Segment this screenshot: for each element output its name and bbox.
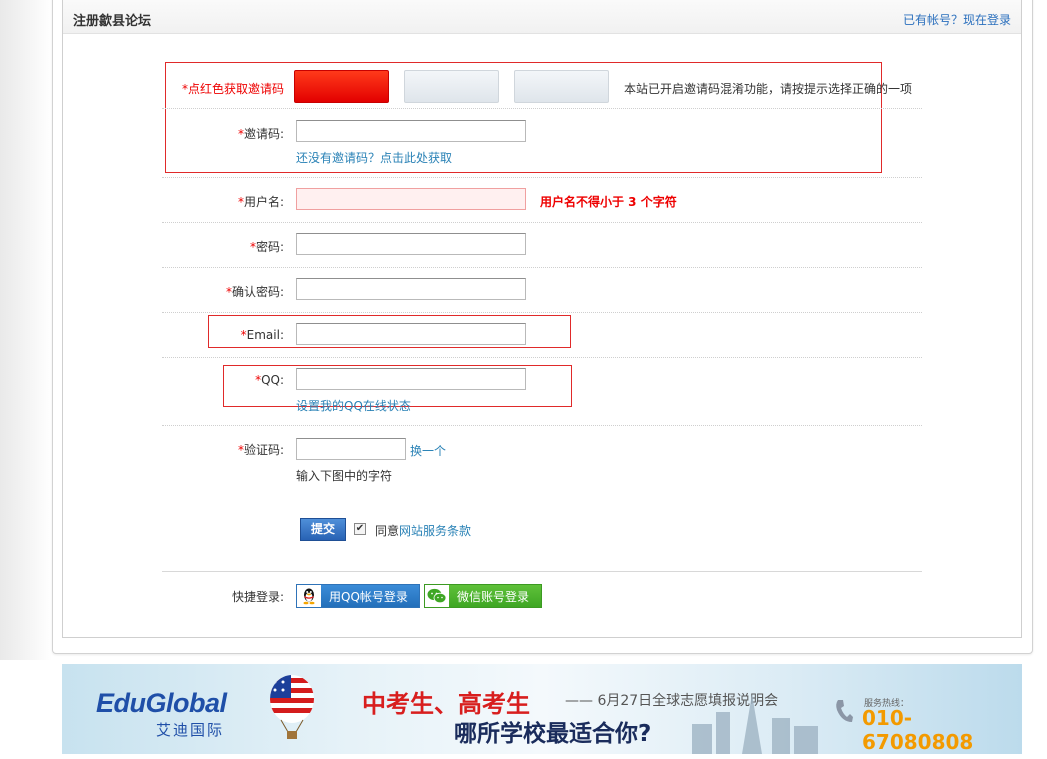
hotline-number: 010-67080808 — [862, 706, 974, 754]
qq-label-text: QQ: — [261, 373, 284, 387]
invite-code-label-text: 邀请码: — [243, 127, 284, 141]
ad-banner[interactable]: EduGlobal 艾迪国际 中考生、高考生 —— 6月27日全球志愿填报说明会… — [62, 664, 1022, 754]
captcha-label: *验证码: — [144, 441, 284, 458]
divider — [162, 312, 922, 313]
invite-code-label: *邀请码: — [144, 125, 284, 142]
invite-label: *点红色获取邀请码 — [144, 80, 284, 97]
confirm-password-input[interactable] — [296, 278, 526, 300]
invite-notice: 本站已开启邀请码混淆功能，请按提示选择正确的一项 — [624, 82, 913, 96]
agree-text: 同意网站服务条款 — [375, 522, 471, 539]
phone-icon — [836, 700, 853, 722]
email-label: *Email: — [144, 328, 284, 342]
wechat-icon — [425, 585, 449, 607]
wechat-login-button[interactable]: 微信账号登录 — [424, 584, 542, 608]
wechat-login-label: 微信账号登录 — [457, 589, 530, 604]
username-label-text: 用户名: — [243, 195, 284, 209]
qq-input[interactable] — [296, 368, 526, 390]
panel-header — [63, 0, 1021, 34]
qq-penguin-icon — [297, 585, 321, 607]
terms-link[interactable]: 网站服务条款 — [399, 524, 471, 538]
banner-question: 哪所学校最适合你? — [454, 721, 652, 747]
email-input[interactable] — [296, 323, 526, 345]
invite-option-3[interactable] — [514, 70, 609, 103]
divider — [162, 108, 922, 109]
qq-label: *QQ: — [144, 373, 284, 387]
quick-login-divider — [162, 571, 922, 572]
banner-logo-cn: 艾迪国际 — [156, 721, 225, 739]
email-label-text: Email: — [246, 328, 284, 342]
password-input[interactable] — [296, 233, 526, 255]
banner-logo: EduGlobal — [96, 688, 227, 718]
get-invite-code-link[interactable]: 还没有邀请码？点击此处获取 — [296, 149, 452, 166]
divider — [162, 177, 922, 178]
confirm-password-label: *确认密码: — [144, 283, 284, 300]
divider — [162, 425, 922, 426]
agree-prefix: 同意 — [375, 524, 400, 538]
username-input[interactable] — [296, 188, 526, 210]
qq-login-button[interactable]: 用QQ帐号登录 — [296, 584, 420, 608]
captcha-refresh-link[interactable]: 换一个 — [410, 442, 446, 459]
quick-login-label: 快捷登录: — [231, 590, 284, 604]
invite-code-input[interactable] — [296, 120, 526, 142]
qq-login-label: 用QQ帐号登录 — [329, 589, 408, 604]
qq-status-link[interactable]: 设置我的QQ在线状态 — [296, 397, 411, 414]
divider — [162, 357, 922, 358]
balloon-icon — [270, 675, 314, 739]
password-label: *密码: — [144, 238, 284, 255]
submit-button[interactable]: 提交 — [300, 518, 346, 541]
page-background — [0, 0, 52, 660]
invite-option-2[interactable] — [404, 70, 499, 103]
agree-checkbox[interactable]: ✔ — [354, 523, 366, 535]
page-title: 注册歙县论坛 — [73, 14, 152, 29]
confirm-password-label-text: 确认密码: — [231, 285, 284, 299]
login-link[interactable]: 已有帐号？现在登录 — [903, 11, 1011, 28]
username-label: *用户名: — [144, 193, 284, 210]
captcha-hint: 输入下图中的字符 — [296, 469, 393, 483]
captcha-input[interactable] — [296, 438, 406, 460]
captcha-label-text: 验证码: — [243, 443, 284, 457]
password-label-text: 密码: — [255, 240, 284, 254]
city-skyline-icon — [692, 694, 818, 754]
username-error: 用户名不得小于 3 个字符 — [540, 195, 677, 209]
invite-option-red[interactable] — [294, 70, 389, 103]
divider — [162, 267, 922, 268]
divider — [162, 222, 922, 223]
invite-label-text: 点红色获取邀请码 — [187, 82, 284, 96]
